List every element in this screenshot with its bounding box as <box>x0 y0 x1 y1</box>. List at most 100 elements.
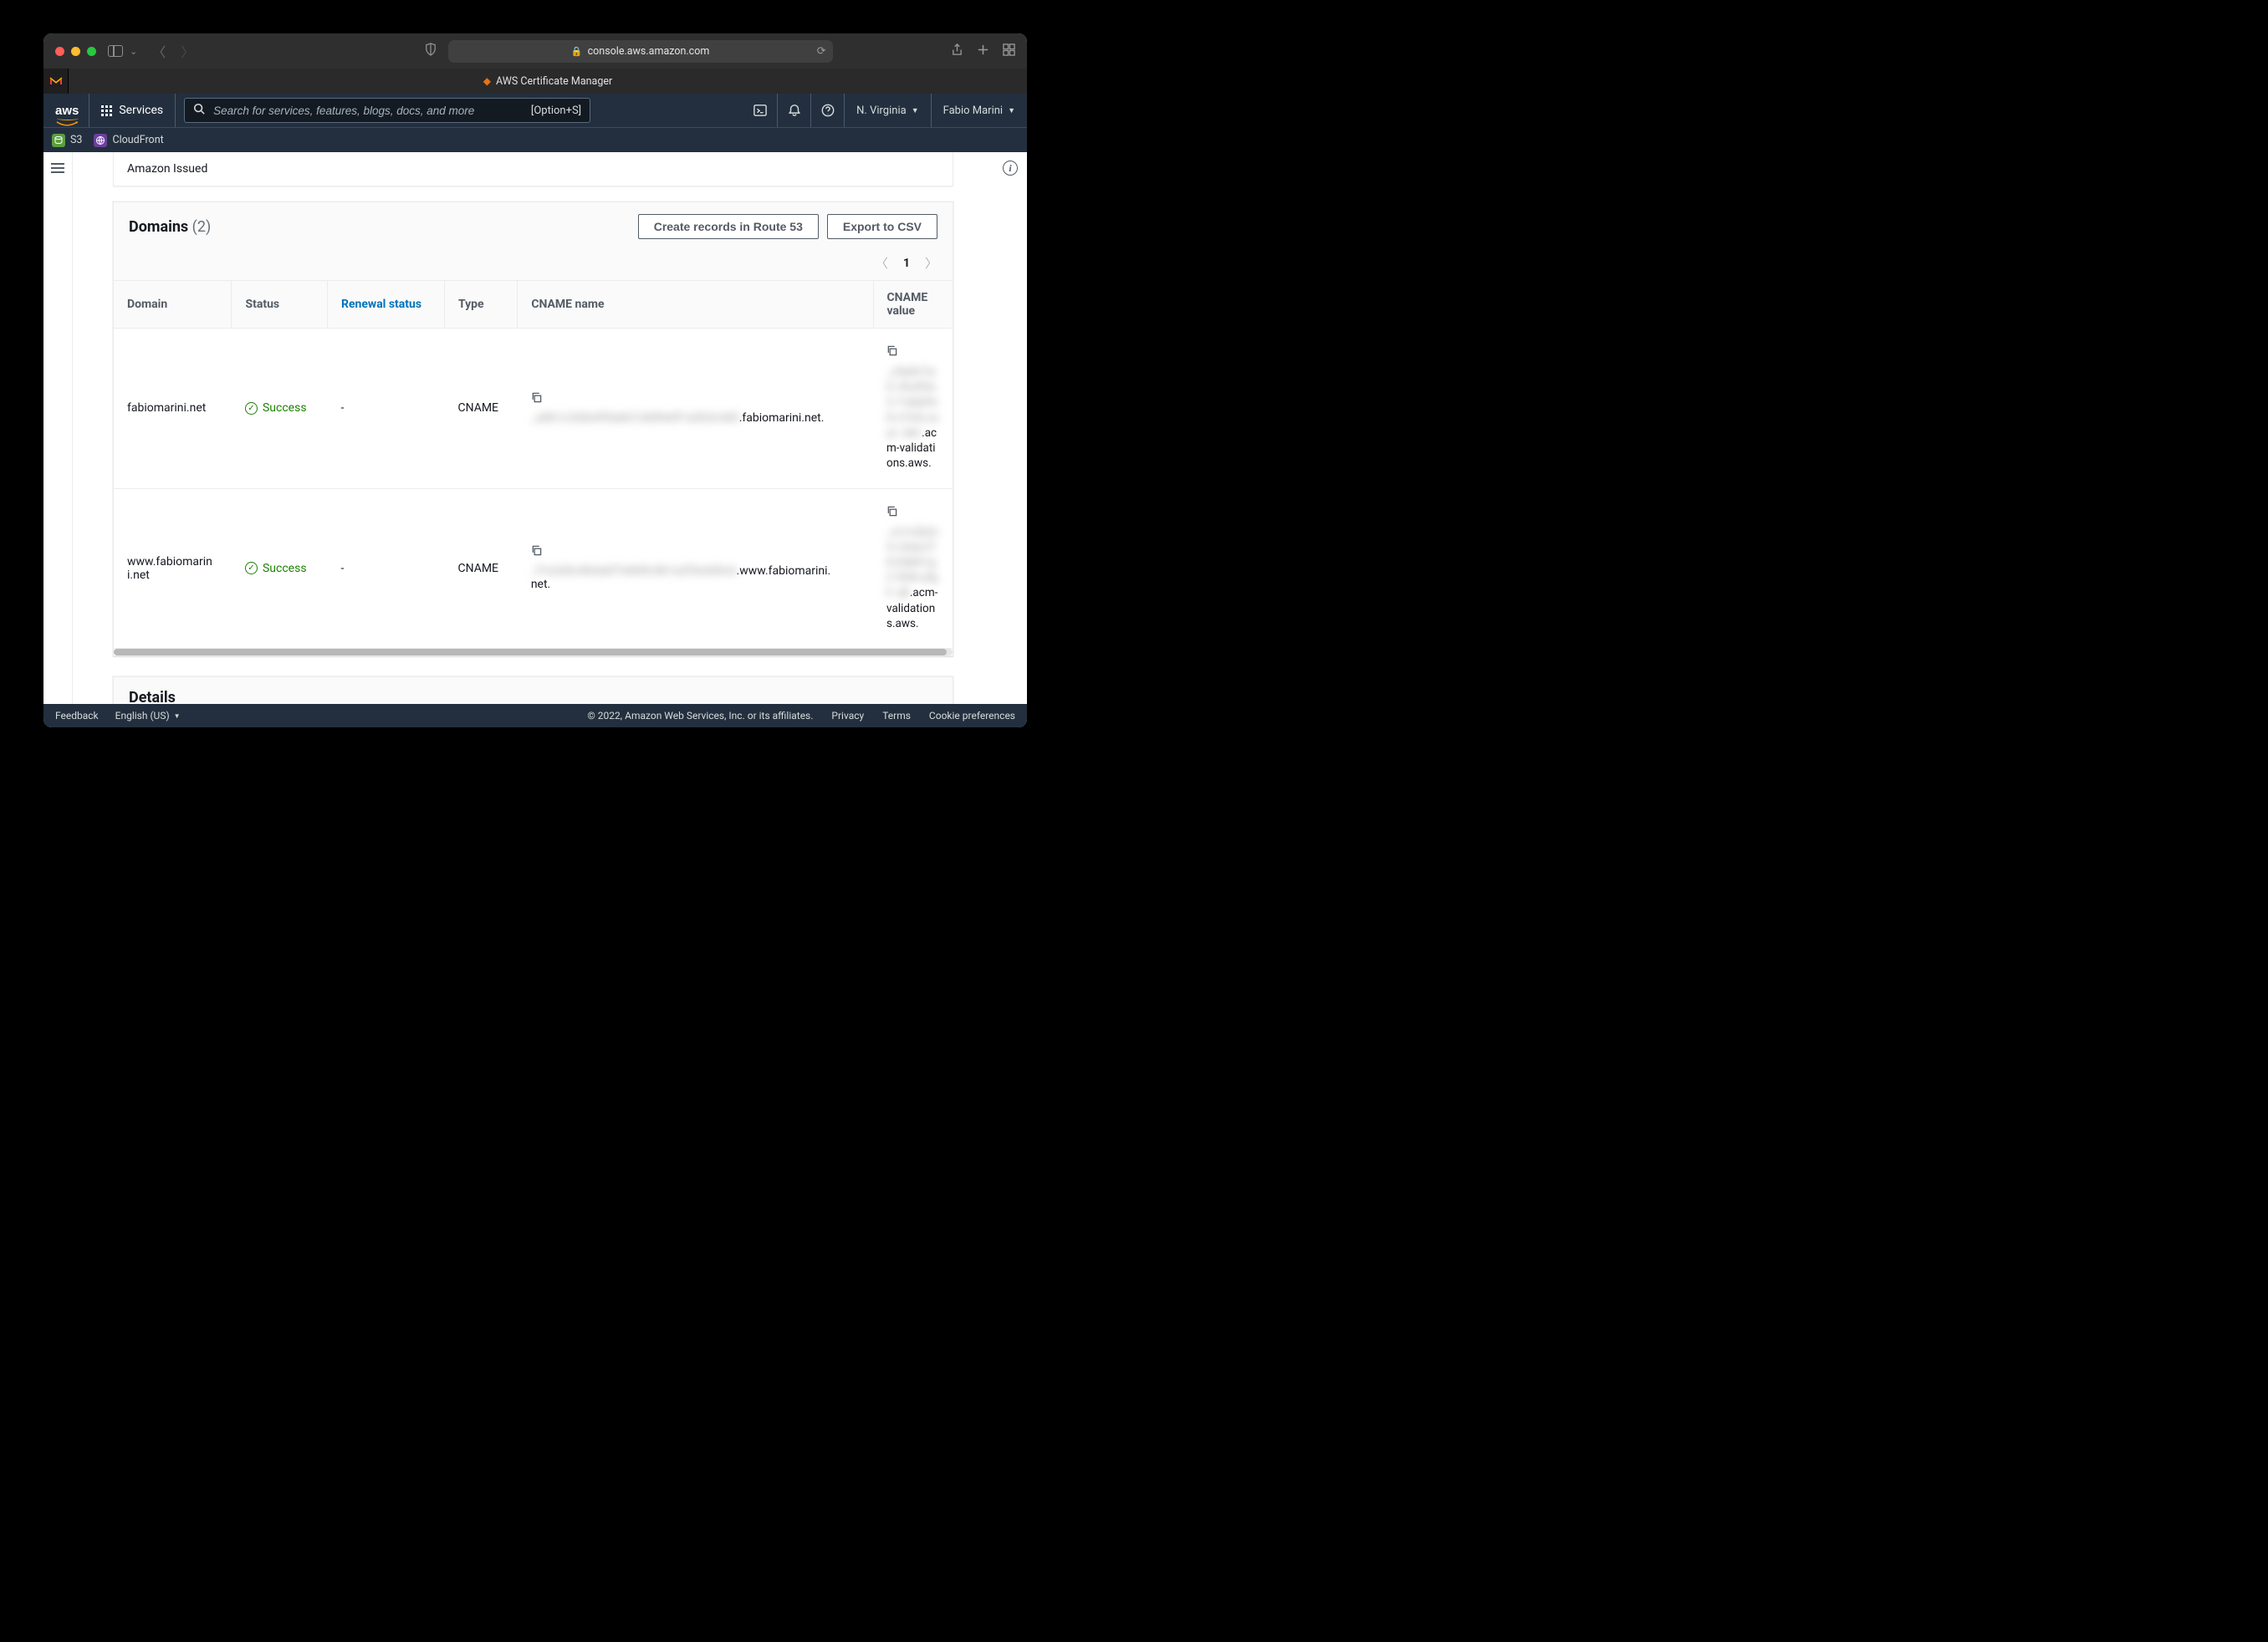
cookies-link[interactable]: Cookie preferences <box>929 710 1015 722</box>
cname-name-value: _a0b1c2d3e4f5a6b7c8d9e0f1a2b3c4d5.fabiom… <box>531 411 825 425</box>
certificate-type-value: Amazon Issued <box>127 162 207 176</box>
aws-cube-icon: ◆ <box>483 75 491 87</box>
search-icon <box>193 103 205 118</box>
search-input[interactable] <box>213 105 523 117</box>
region-label: N. Virginia <box>856 105 907 117</box>
safari-toolbar: ⌄ 〈 〉 🔒 console.aws.amazon.com ⟳ <box>43 33 1027 69</box>
cell-cname-name: _a0b1c2d3e4f5a6b7c8d9e0f1a2b3c4d5.fabiom… <box>518 329 873 489</box>
cell-status: ✓ Success <box>232 488 327 649</box>
success-check-icon: ✓ <box>245 402 258 415</box>
copyright-text: © 2022, Amazon Web Services, Inc. or its… <box>587 710 813 722</box>
col-cname-value[interactable]: CNAME value <box>873 281 953 329</box>
fav-item-cloudfront[interactable]: CloudFront <box>94 134 163 147</box>
hamburger-icon[interactable] <box>51 161 64 176</box>
panel-title: Details <box>129 689 176 704</box>
privacy-link[interactable]: Privacy <box>831 710 864 722</box>
side-nav-collapsed <box>43 152 73 704</box>
notifications-icon[interactable] <box>777 94 810 127</box>
col-status[interactable]: Status <box>232 281 327 329</box>
cloudshell-icon[interactable] <box>743 94 777 127</box>
privacy-shield-icon[interactable] <box>425 43 437 59</box>
window-minimize-button[interactable] <box>71 47 80 56</box>
col-domain[interactable]: Domain <box>114 281 232 329</box>
pagination: 〈 1 〉 <box>114 249 953 280</box>
cell-domain: fabiomarini.net <box>114 329 232 489</box>
create-route53-button[interactable]: Create records in Route 53 <box>638 214 819 239</box>
certificate-type-panel-slice: Amazon Issued <box>113 152 953 186</box>
copy-icon[interactable] <box>531 545 542 559</box>
page-next-button[interactable]: 〉 <box>925 254 937 272</box>
copy-icon[interactable] <box>531 392 542 406</box>
terms-link[interactable]: Terms <box>882 710 911 722</box>
fav-label: CloudFront <box>112 134 163 146</box>
active-tab[interactable]: ◆ AWS Certificate Manager <box>69 69 1027 94</box>
aws-search-bar[interactable]: [Option+S] <box>184 98 590 123</box>
horizontal-scrollbar[interactable] <box>114 649 953 655</box>
tab-title: AWS Certificate Manager <box>496 75 612 88</box>
pinned-tab-gmail[interactable] <box>43 69 69 94</box>
account-menu[interactable]: Fabio Marini ▼ <box>931 94 1027 127</box>
nav-forward-button[interactable]: 〉 <box>181 41 194 61</box>
window-close-button[interactable] <box>55 47 64 56</box>
cell-cname-name: _f1e2d3c4b5a6f7e8d9c0b1a2f3e4d5c6.www.fa… <box>518 488 873 649</box>
tabs-overview-icon[interactable] <box>1003 43 1015 59</box>
window-maximize-button[interactable] <box>87 47 96 56</box>
table-row: fabiomarini.net ✓ Success - CNAME <box>114 329 953 489</box>
share-icon[interactable] <box>951 43 963 59</box>
window-controls <box>55 47 96 56</box>
aws-top-nav: aws Services [Option+S] N. Vir <box>43 94 1027 127</box>
fav-label: S3 <box>70 134 82 146</box>
s3-icon <box>52 134 65 147</box>
url-bar[interactable]: 🔒 console.aws.amazon.com ⟳ <box>448 40 833 63</box>
language-selector[interactable]: English (US) ▼ <box>115 710 181 722</box>
services-label: Services <box>119 104 163 117</box>
caret-down-icon: ▼ <box>174 712 181 720</box>
grid-icon <box>101 105 112 116</box>
page-number: 1 <box>903 257 910 270</box>
cell-renewal: - <box>327 488 444 649</box>
aws-footer: Feedback English (US) ▼ © 2022, Amazon W… <box>43 704 1027 727</box>
url-host: console.aws.amazon.com <box>588 45 710 58</box>
page-prev-button[interactable]: 〈 <box>876 254 888 272</box>
help-icon[interactable] <box>810 94 844 127</box>
cell-renewal: - <box>327 329 444 489</box>
chevron-down-icon[interactable]: ⌄ <box>130 46 137 57</box>
cell-domain: www.fabiomarini.net <box>114 488 232 649</box>
user-label: Fabio Marini <box>943 105 1003 117</box>
new-tab-icon[interactable] <box>977 43 989 59</box>
safari-tabbar: ◆ AWS Certificate Manager <box>43 69 1027 94</box>
col-cname-name[interactable]: CNAME name <box>518 281 873 329</box>
copy-icon[interactable] <box>886 345 897 360</box>
cell-type: CNAME <box>444 329 517 489</box>
fav-item-s3[interactable]: S3 <box>52 134 82 147</box>
success-check-icon: ✓ <box>245 562 258 574</box>
cname-value-value: _m1n2b3v4 c5x6z7l8 k9j0h1g2 f3d4.efgh -i… <box>886 525 939 632</box>
details-panel: Details In use? Serial number Requested … <box>113 676 953 704</box>
col-type[interactable]: Type <box>444 281 517 329</box>
feedback-link[interactable]: Feedback <box>55 710 99 722</box>
cell-cname-value: _z9y8x7w6 v5u4t3s2 r1q0p9o8 n7m6.sxyz -a… <box>873 329 953 489</box>
cell-status: ✓ Success <box>232 329 327 489</box>
copy-icon[interactable] <box>886 506 897 520</box>
cell-cname-value: _m1n2b3v4 c5x6z7l8 k9j0h1g2 f3d4.efgh -i… <box>873 488 953 649</box>
region-selector[interactable]: N. Virginia ▼ <box>844 94 930 127</box>
info-icon[interactable]: i <box>1003 161 1018 176</box>
table-row: www.fabiomarini.net ✓ Success - CNAME <box>114 488 953 649</box>
sidebar-toggle-icon[interactable] <box>108 45 123 57</box>
aws-logo[interactable]: aws <box>52 94 89 127</box>
refresh-icon[interactable]: ⟳ <box>817 45 826 58</box>
nav-back-button[interactable]: 〈 <box>152 41 166 61</box>
cname-name-value: _f1e2d3c4b5a6f7e8d9c0b1a2f3e4d5c6.www.fa… <box>531 564 832 591</box>
scrollbar-thumb[interactable] <box>114 649 947 655</box>
export-csv-button[interactable]: Export to CSV <box>827 214 937 239</box>
gmail-icon <box>49 76 63 86</box>
caret-down-icon: ▼ <box>1008 106 1015 115</box>
cloudfront-icon <box>94 134 107 147</box>
help-panel-collapsed: i <box>994 152 1027 704</box>
cname-value-value: _z9y8x7w6 v5u4t3s2 r1q0p9o8 n7m6.sxyz -a… <box>886 365 939 472</box>
col-renewal[interactable]: Renewal status <box>327 281 444 329</box>
aws-favorites-bar: S3 CloudFront <box>43 127 1027 152</box>
services-menu-button[interactable]: Services <box>89 94 176 127</box>
domains-panel: Domains (2) Create records in Route 53 E… <box>113 201 953 656</box>
main-content: Amazon Issued Domains (2) Create records… <box>73 152 994 704</box>
